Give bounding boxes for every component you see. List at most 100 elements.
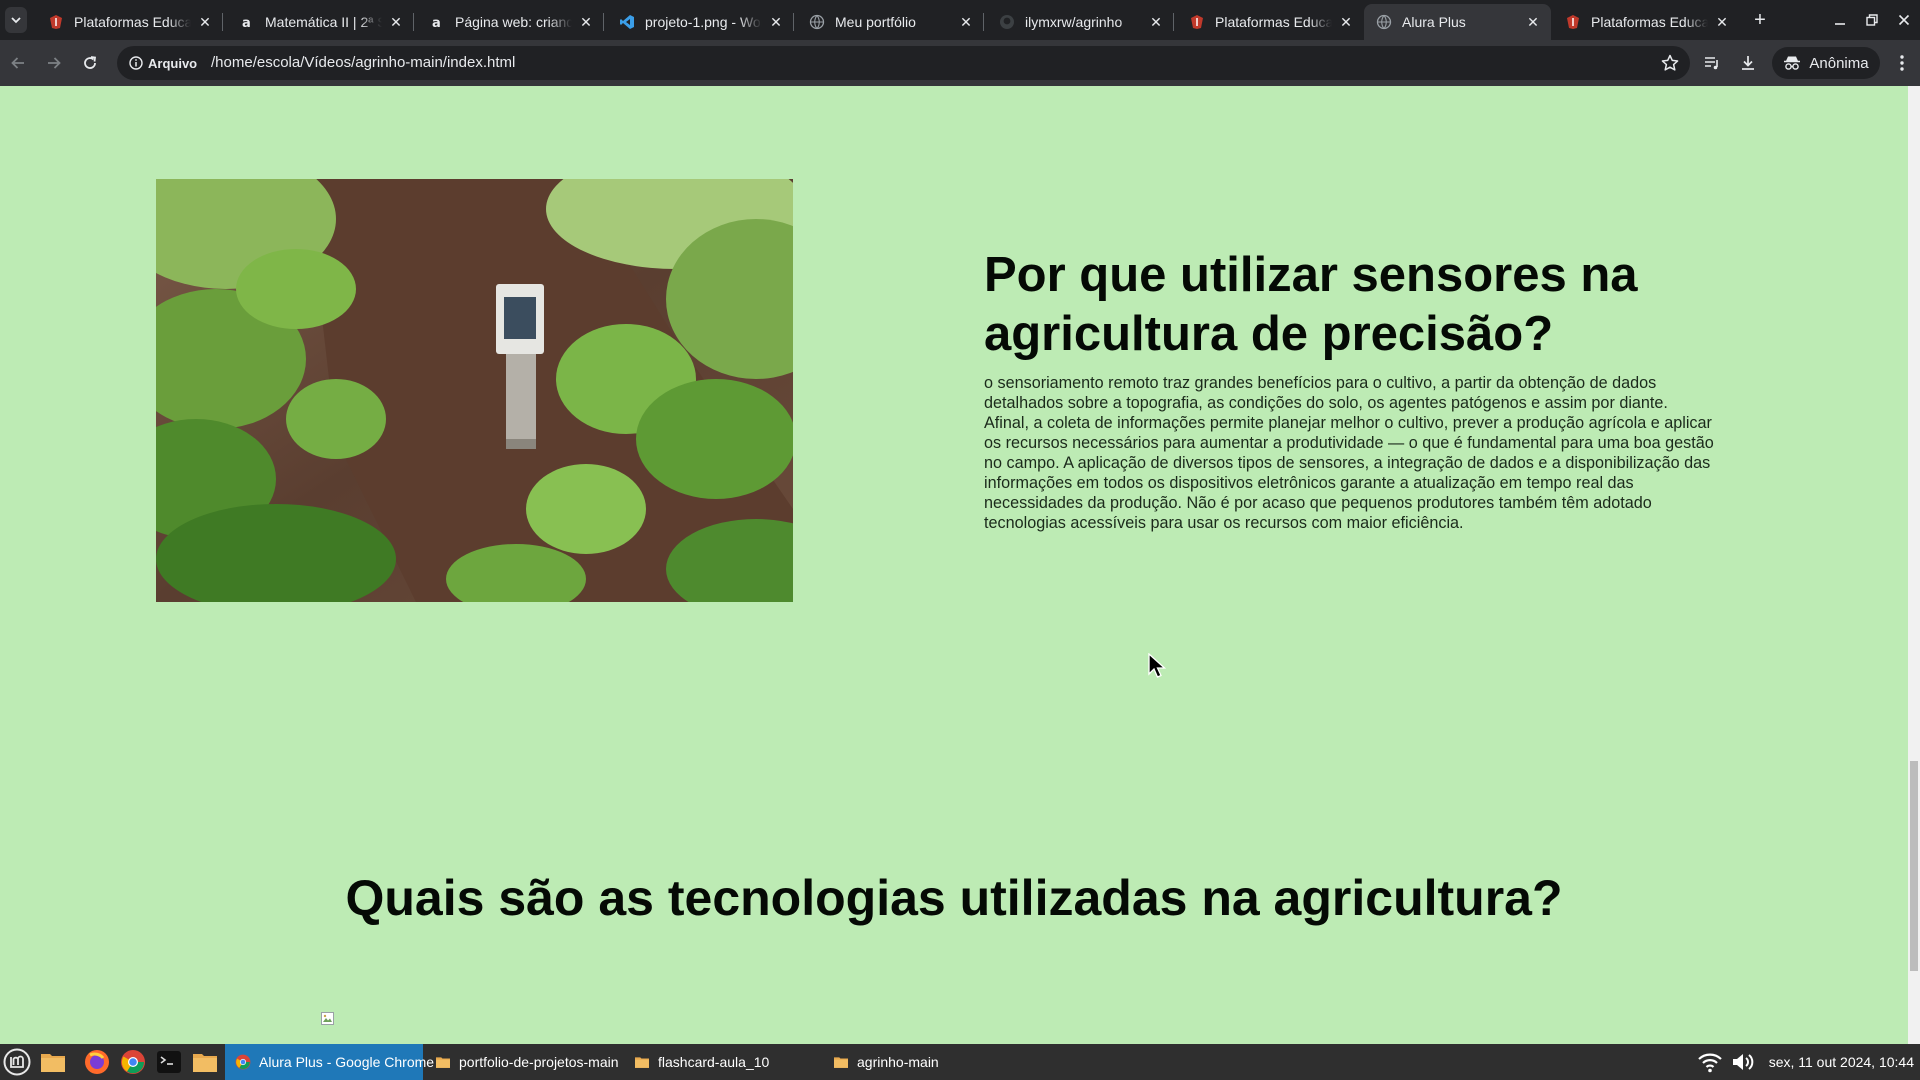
reload-icon — [84, 56, 97, 69]
site-info-label: Arquivo — [148, 55, 198, 71]
sensor-in-crop-field-photo — [156, 179, 793, 602]
browser-toolbar: Arquivo /home/escola/Vídeos/agrinho-main… — [0, 40, 1920, 86]
volume-icon[interactable] — [1731, 1051, 1757, 1073]
taskbar-window-label: Alura Plus - Google Chrome — [259, 1054, 435, 1070]
minimize-button[interactable] — [1828, 8, 1852, 32]
tab-title: Plataformas Educacionais — [1591, 14, 1708, 30]
media-controls-button[interactable] — [1701, 52, 1723, 74]
broken-image-icon — [320, 1011, 336, 1027]
scrollbar-thumb[interactable] — [1910, 761, 1918, 971]
svg-text:a: a — [242, 16, 251, 30]
wifi-icon[interactable] — [1697, 1051, 1723, 1073]
terminal-icon — [157, 1051, 181, 1073]
taskbar-window-folder[interactable]: agrinho-main — [823, 1044, 1019, 1080]
taskbar-window-label: portfolio-de-projetos-main — [459, 1054, 619, 1070]
tab-active[interactable]: Alura Plus ✕ — [1364, 4, 1551, 40]
section-heading-sensors: Por que utilizar sensores na agricultura… — [984, 248, 1638, 361]
start-menu-button[interactable] — [2, 1047, 32, 1077]
close-tab-icon[interactable]: ✕ — [1148, 14, 1164, 30]
address-bar[interactable]: Arquivo /home/escola/Vídeos/agrinho-main… — [117, 46, 1690, 80]
tab[interactable]: ilymxrw/agrinho ✕ — [987, 4, 1174, 40]
playlist-icon — [1705, 57, 1718, 70]
tab-title: ilymxrw/agrinho — [1025, 14, 1123, 30]
tab-separator — [1173, 13, 1174, 31]
mouse-cursor-icon — [1148, 652, 1168, 684]
reload-button[interactable] — [76, 49, 104, 77]
url-text[interactable]: /home/escola/Vídeos/agrinho-main/index.h… — [211, 54, 515, 71]
taskbar: Alura Plus - Google Chrome portfolio-de-… — [0, 1044, 1920, 1080]
tab-title: Página web: criando — [455, 14, 572, 30]
vertical-scrollbar[interactable] — [1908, 86, 1920, 1044]
tab[interactable]: Plataformas Educacionais ✕ — [1553, 4, 1740, 40]
tab-separator — [222, 13, 223, 31]
svg-text:a: a — [432, 16, 441, 30]
tab[interactable]: Plataformas Educacionais ✕ — [1177, 4, 1364, 40]
close-tab-icon[interactable]: ✕ — [958, 14, 974, 30]
firefox-launcher[interactable] — [82, 1047, 112, 1077]
close-tab-icon[interactable]: ✕ — [388, 14, 404, 30]
red-crest-icon — [1189, 14, 1205, 30]
taskbar-window-folder[interactable]: portfolio-de-projetos-main — [425, 1044, 621, 1080]
close-tab-icon[interactable]: ✕ — [197, 14, 213, 30]
bookmark-button[interactable] — [1660, 53, 1680, 78]
tab-separator — [983, 13, 984, 31]
web-page: Por que utilizar sensores na agricultura… — [0, 86, 1908, 1044]
tab[interactable]: a Página web: criando ✕ — [417, 4, 604, 40]
taskbar-window-label: flashcard-aula_10 — [658, 1054, 770, 1070]
taskbar-window-label: agrinho-main — [857, 1054, 939, 1070]
mint-logo-icon — [3, 1048, 31, 1076]
info-icon — [129, 56, 143, 70]
browser-menu-button[interactable] — [1891, 52, 1913, 74]
folder-icon — [41, 1054, 65, 1072]
tab-strip: Plataformas Educacionais ✕ a Matemática … — [0, 0, 1920, 40]
tab-title: Matemática II | 2ª Série — [265, 14, 382, 30]
system-tray: sex, 11 out 2024, 10:44 — [1697, 1044, 1920, 1080]
profile-label: Anônima — [1809, 54, 1869, 72]
chrome-launcher[interactable] — [118, 1047, 148, 1077]
back-button[interactable] — [4, 49, 32, 77]
section-paragraph-sensors: o sensoriamento remoto traz grandes bene… — [984, 374, 1714, 532]
close-window-button[interactable] — [1892, 8, 1916, 32]
files-launcher-2[interactable] — [190, 1047, 220, 1077]
close-tab-icon[interactable]: ✕ — [768, 14, 784, 30]
taskbar-window-folder[interactable]: flashcard-aula_10 — [624, 1044, 820, 1080]
firefox-icon — [85, 1050, 109, 1074]
folder-icon — [635, 1057, 649, 1068]
tab-title: projeto-1.png - Workspace — [645, 14, 762, 30]
forward-button[interactable] — [40, 49, 68, 77]
close-tab-icon[interactable]: ✕ — [1338, 14, 1354, 30]
close-tab-icon[interactable]: ✕ — [1525, 14, 1541, 30]
tab[interactable]: Plataformas Educacionais ✕ — [36, 4, 223, 40]
restore-button[interactable] — [1860, 8, 1884, 32]
github-icon — [999, 14, 1015, 30]
arrow-left-icon — [11, 57, 24, 69]
clock[interactable]: sex, 11 out 2024, 10:44 — [1769, 1054, 1914, 1070]
incognito-profile-button[interactable]: Anônima — [1772, 47, 1880, 79]
section-heading-technologies: Quais são as tecnologias utilizadas na a… — [345, 870, 1563, 926]
star-icon — [1661, 54, 1679, 71]
tab-separator — [793, 13, 794, 31]
incognito-icon — [1784, 56, 1801, 70]
red-crest-icon — [1565, 14, 1581, 30]
terminal-launcher[interactable] — [154, 1047, 184, 1077]
chevron-down-icon — [11, 17, 21, 24]
site-info-chip[interactable]: Arquivo — [123, 51, 205, 75]
tab-search-button[interactable] — [5, 7, 27, 33]
kebab-menu-icon — [1900, 55, 1904, 71]
tab[interactable]: Meu portfólio ✕ — [797, 4, 984, 40]
folder-icon — [436, 1057, 450, 1068]
tab-title: Plataformas Educacionais — [74, 14, 191, 30]
close-tab-icon[interactable]: ✕ — [578, 14, 594, 30]
alura-a-icon: a — [239, 14, 255, 30]
taskbar-window-chrome[interactable]: Alura Plus - Google Chrome — [225, 1044, 434, 1080]
tab-title: Alura Plus — [1402, 14, 1466, 30]
downloads-button[interactable] — [1737, 52, 1759, 74]
new-tab-button[interactable]: + — [1748, 8, 1772, 32]
files-launcher[interactable] — [38, 1047, 68, 1077]
tab[interactable]: a Matemática II | 2ª Série ✕ — [227, 4, 414, 40]
globe-icon — [809, 14, 825, 30]
close-tab-icon[interactable]: ✕ — [1714, 14, 1730, 30]
folder-icon — [834, 1057, 848, 1068]
chrome-icon — [121, 1050, 145, 1074]
tab[interactable]: projeto-1.png - Workspace ✕ — [607, 4, 794, 40]
